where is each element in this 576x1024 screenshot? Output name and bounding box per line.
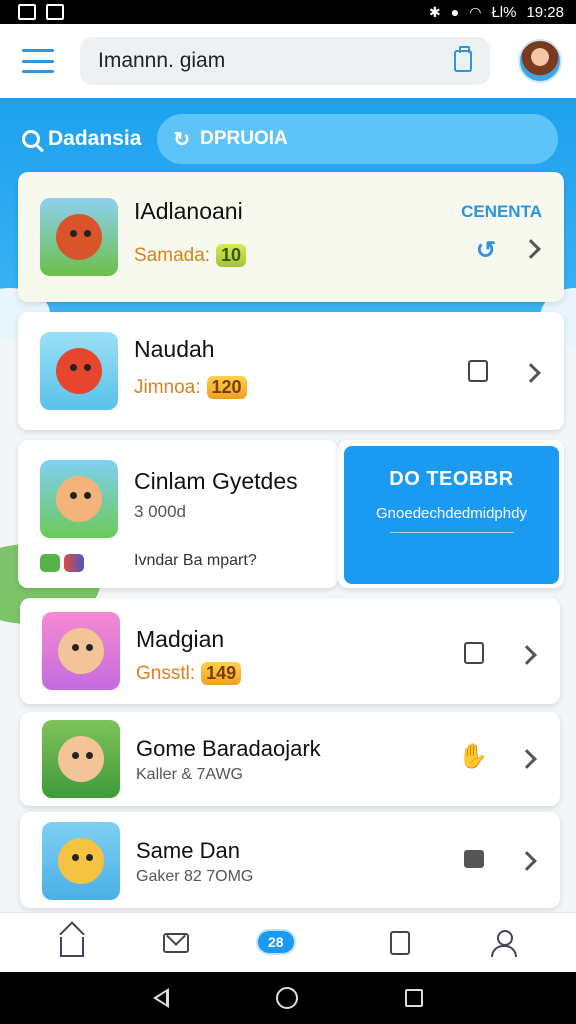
game-title: Same Dan <box>136 838 240 863</box>
game-card[interactable]: Naudah Jimnoa: 120 <box>18 312 564 430</box>
home-icon <box>60 936 84 957</box>
wifi-icon: ◠ <box>469 3 482 20</box>
promo-heading: DO TEOBBR <box>389 468 514 490</box>
game-title: Gome Baradaojark <box>136 736 321 761</box>
game-thumbnail <box>40 460 118 538</box>
game-subtitle: 3 000d <box>134 502 186 521</box>
filter-button[interactable]: Dadansia <box>22 127 141 151</box>
game-card[interactable]: Cinlam Gyetdes 3 000d Ivndar Ba mpart? <box>18 440 338 588</box>
search-icon <box>22 130 40 148</box>
search-value: Imannn. giam <box>98 49 226 72</box>
avatar[interactable] <box>518 39 562 83</box>
game-subtitle-label: Jimnoa: <box>134 376 201 398</box>
sync-icon[interactable]: ↺ <box>476 236 496 265</box>
game-subtitle: Samada: 10 <box>134 244 247 267</box>
game-title: IAdlanoani <box>134 198 243 224</box>
status-label: CENENTA <box>461 202 542 221</box>
clipboard-icon[interactable] <box>454 46 472 72</box>
home-circle-icon[interactable] <box>275 987 298 1009</box>
nav-mail[interactable] <box>156 923 196 963</box>
game-subtitle: Jimnoa: 120 <box>134 376 247 399</box>
thumbs-up-icon[interactable]: ✋ <box>458 742 488 771</box>
game-subtitle: Gaker 82 7OMG <box>136 868 254 885</box>
chevron-right-icon[interactable] <box>521 363 541 383</box>
bookmark-icon[interactable] <box>464 642 484 664</box>
app-screen: Imannn. giam Dadansia ↻ DPRUOIA IAdlanoa… <box>0 24 576 972</box>
hamburger-icon[interactable] <box>22 49 54 73</box>
recents-icon[interactable] <box>404 989 423 1007</box>
category-pill[interactable]: ↻ DPRUOIA <box>157 114 558 164</box>
bookmark-icon[interactable] <box>468 360 488 382</box>
game-note: Ivndar Ba mpart? <box>134 552 257 569</box>
game-subtitle: Gnsstl: 149 <box>136 662 242 685</box>
score-badge: 149 <box>201 662 242 685</box>
game-thumbnail <box>42 822 120 900</box>
game-thumbnail <box>42 612 120 690</box>
score-badge: 120 <box>206 376 247 399</box>
promo-description: Gnoedechdedmidphdy <box>376 505 527 522</box>
system-navigation-bar <box>0 972 576 1024</box>
top-bar: Imannn. giam <box>0 24 576 98</box>
game-subtitle: Kaller & 7AWG <box>136 766 243 783</box>
filter-row: Dadansia ↻ DPRUOIA <box>22 114 558 164</box>
notification-badge: 28 <box>258 930 294 953</box>
app-notification-icon <box>46 4 64 20</box>
game-title: Cinlam Gyetdes <box>134 468 298 494</box>
game-card[interactable]: Same Dan Gaker 82 7OMG <box>20 812 560 908</box>
category-pill-label: DPRUOIA <box>200 128 288 149</box>
game-thumbnail <box>42 720 120 798</box>
chevron-right-icon[interactable] <box>517 645 537 665</box>
mail-icon <box>163 932 189 953</box>
nav-documents[interactable] <box>380 923 420 963</box>
document-icon <box>390 930 410 955</box>
game-title: Madgian <box>136 626 225 652</box>
status-bar: ✱ ● ◠ Łl% 19:28 <box>0 0 576 24</box>
filter-label: Dadansia <box>48 127 142 150</box>
briefcase-icon[interactable] <box>464 850 484 868</box>
back-icon[interactable] <box>153 988 170 1008</box>
nav-home[interactable] <box>52 923 92 963</box>
nav-profile[interactable] <box>484 923 524 963</box>
score-badge: 10 <box>216 244 247 267</box>
bluetooth-icon: ✱ <box>429 3 441 20</box>
chevron-right-icon[interactable] <box>517 851 537 871</box>
alarm-icon: ● <box>450 4 460 20</box>
status-time: 19:28 <box>526 3 564 21</box>
game-title: Naudah <box>134 336 215 362</box>
game-thumbnail <box>40 332 118 410</box>
game-card[interactable]: Madgian Gnsstl: 149 <box>20 598 560 704</box>
promo-divider <box>389 532 514 533</box>
game-thumbnail <box>40 198 118 276</box>
game-subtitle-label: Gnsstl: <box>136 662 196 684</box>
chevron-right-icon[interactable] <box>517 749 537 769</box>
chevron-right-icon[interactable] <box>521 239 541 259</box>
image-notification-icon <box>18 4 36 20</box>
game-card[interactable]: Gome Baradaojark Kaller & 7AWG ✋ <box>20 712 560 806</box>
bottom-nav: 28 <box>0 912 576 972</box>
game-card[interactable]: IAdlanoani Samada: 10 CENENTA ↺ <box>18 172 564 302</box>
mini-icons <box>40 554 84 572</box>
nav-notifications[interactable]: 28 <box>258 923 316 963</box>
signal-indicator: Łl% <box>491 3 517 21</box>
search-input[interactable]: Imannn. giam <box>80 37 490 85</box>
promo-banner[interactable]: DO TEOBBR Gnoedechdedmidphdy <box>344 446 559 584</box>
profile-icon <box>491 929 517 957</box>
game-subtitle-label: Samada: <box>134 244 211 266</box>
link-icon: ↻ <box>173 128 191 151</box>
